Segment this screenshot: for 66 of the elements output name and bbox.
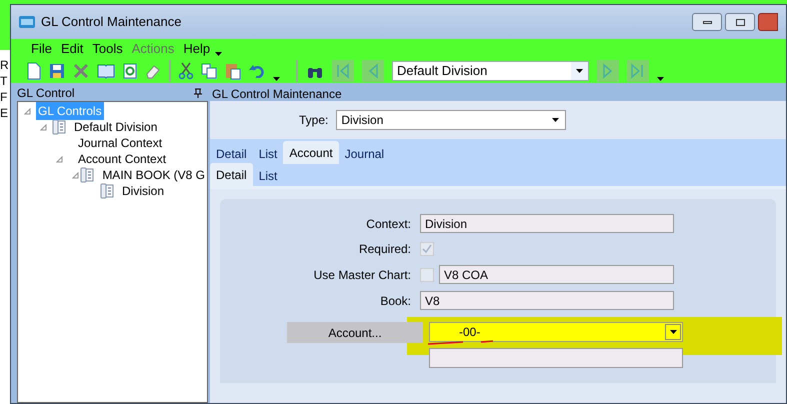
text-field[interactable]: V8 COA [439, 265, 674, 284]
book-icon [52, 119, 66, 135]
type-select[interactable]: Division [336, 110, 566, 130]
dropdown-arrow-icon[interactable] [215, 52, 222, 56]
tree-item[interactable]: Account Context [76, 150, 168, 168]
background-text: R [0, 59, 10, 72]
division-select[interactable]: Default Division [392, 61, 589, 81]
tree-item[interactable]: MAIN BOOK (V8 G [80, 166, 207, 184]
menu-item[interactable]: Help [183, 39, 210, 59]
refresh-icon[interactable] [123, 63, 137, 79]
account-select[interactable]: -00- [429, 322, 683, 342]
field-label: Use Master Chart: [312, 266, 412, 284]
dropdown-arrow-icon[interactable] [273, 77, 280, 81]
menu-item[interactable]: File [31, 39, 52, 59]
eraser-icon[interactable] [145, 63, 161, 79]
tree-item[interactable]: Division [100, 182, 166, 200]
book-icon[interactable] [97, 63, 115, 79]
account-button[interactable]: Account... [287, 322, 423, 343]
text-field[interactable]: Division [420, 214, 674, 233]
book-icon [100, 183, 114, 199]
background-text: T [0, 75, 8, 88]
expanded-triangle-icon[interactable] [72, 172, 79, 178]
tab[interactable]: Detail [210, 144, 253, 164]
window-title: GL Control Maintenance [41, 13, 182, 32]
text-field[interactable]: V8 [420, 291, 674, 310]
expanded-triangle-icon[interactable] [24, 108, 31, 114]
scissors-icon[interactable] [179, 62, 193, 80]
maximize-button[interactable] [725, 13, 755, 31]
menu-item[interactable]: Tools [92, 39, 123, 59]
tab[interactable]: List [252, 166, 284, 186]
app-icon [19, 16, 35, 28]
underline-mark [427, 340, 495, 346]
tab[interactable]: Journal [338, 144, 390, 164]
field-label: Book: [379, 292, 412, 310]
close-button[interactable] [758, 13, 778, 31]
tree-item[interactable]: Default Division [52, 118, 160, 136]
panel-title: GL Control Maintenance [211, 86, 343, 101]
pin-icon[interactable] [194, 88, 202, 98]
tab[interactable]: List [252, 144, 284, 164]
dropdown-arrow-icon[interactable] [657, 77, 664, 81]
copy-icon[interactable] [201, 63, 217, 79]
expanded-triangle-icon[interactable] [56, 156, 63, 162]
field-label: Required: [358, 241, 412, 258]
checkbox[interactable] [420, 268, 434, 282]
undo-icon[interactable] [249, 64, 265, 78]
save-icon[interactable] [49, 63, 65, 79]
paste-icon[interactable] [225, 62, 241, 80]
background-text: E [0, 107, 10, 120]
dropdown-arrow-icon [552, 118, 560, 122]
expanded-triangle-icon[interactable] [40, 124, 47, 130]
dropdown-arrow-icon [670, 330, 676, 334]
new-document-icon[interactable] [27, 62, 41, 80]
type-label: Type: [299, 112, 328, 129]
field-label: Context: [365, 216, 412, 232]
tree-item[interactable]: Journal Context [76, 134, 164, 152]
minimize-button[interactable] [692, 13, 722, 31]
text-field[interactable] [429, 348, 683, 368]
menu-item[interactable]: Edit [60, 39, 84, 59]
delete-icon[interactable] [73, 63, 89, 79]
tab[interactable]: Detail [210, 163, 253, 186]
background-text: F [0, 91, 8, 104]
panel-title: GL Control [17, 85, 75, 102]
dropdown-arrow-icon [576, 69, 583, 73]
checkbox[interactable] [420, 242, 434, 256]
tab[interactable]: Account [283, 141, 339, 164]
book-icon [80, 167, 94, 183]
